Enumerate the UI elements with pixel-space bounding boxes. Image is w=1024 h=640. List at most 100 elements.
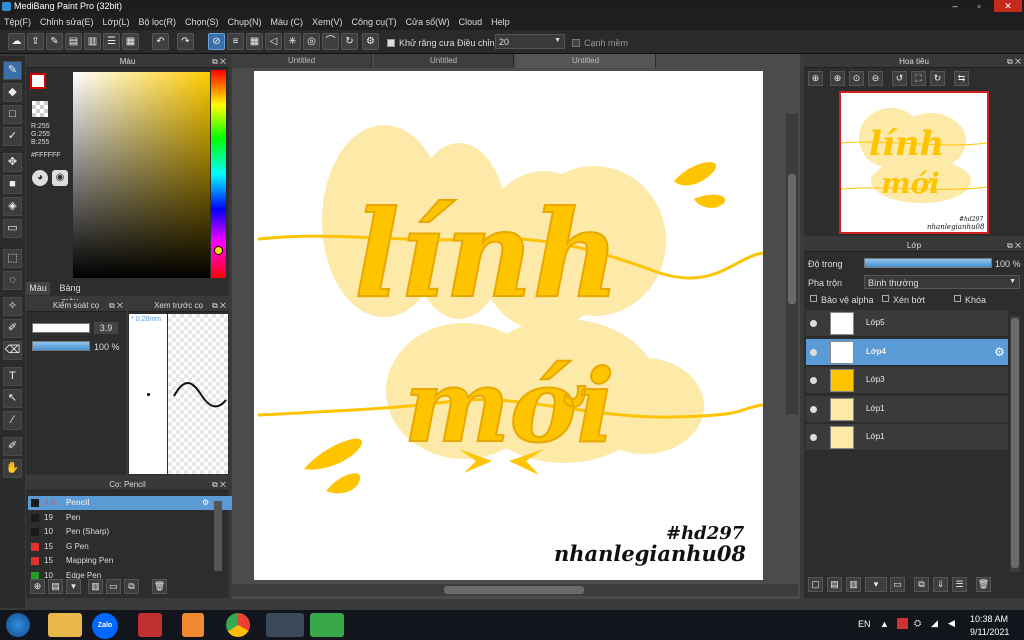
- settings-icon[interactable]: ⚙: [362, 33, 379, 50]
- visibility-eye-icon[interactable]: [810, 320, 817, 327]
- menu-filter[interactable]: Bộ lọc(R): [138, 17, 176, 27]
- eyedropper-icon[interactable]: ⁄: [3, 411, 22, 430]
- select-tool-icon[interactable]: ⬚: [3, 249, 22, 268]
- layer-row[interactable]: Lớp1: [806, 395, 1008, 423]
- menu-cloud[interactable]: Cloud: [459, 17, 483, 27]
- layer-opacity-slider[interactable]: [864, 258, 992, 268]
- parallel-snap-icon[interactable]: ≡: [227, 33, 244, 50]
- tab-untitled-1[interactable]: Untitled: [232, 54, 372, 68]
- volume-icon[interactable]: ◀: [948, 618, 955, 629]
- drawing-canvas[interactable]: lính mới #hd297 nhanlegianhu08: [254, 71, 763, 580]
- panel-menu-icon[interactable]: ⧉ ✕: [212, 300, 226, 312]
- sync-icon[interactable]: ⛭: [914, 618, 921, 629]
- brush-delete-icon[interactable]: 🗑: [152, 579, 167, 594]
- zoom-in-icon[interactable]: ⊕: [808, 71, 823, 86]
- horizontal-scrollbar[interactable]: [232, 584, 798, 596]
- language-indicator[interactable]: EN: [858, 619, 871, 629]
- clipping-checkbox[interactable]: [882, 295, 889, 302]
- grid-snap-icon[interactable]: ▦: [246, 33, 263, 50]
- layer-type-menu-icon[interactable]: ▾: [865, 577, 887, 592]
- app-icon[interactable]: [182, 613, 204, 637]
- antivirus-icon[interactable]: [897, 618, 908, 629]
- transparent-swatch[interactable]: [32, 101, 48, 117]
- protect-alpha-checkbox[interactable]: [810, 295, 817, 302]
- brush-doc-icon[interactable]: ▤: [48, 579, 63, 594]
- text-tool-icon[interactable]: T: [3, 367, 22, 386]
- dot-tool-icon[interactable]: □: [3, 105, 22, 124]
- brush-folder-icon[interactable]: ▭: [106, 579, 121, 594]
- shape-tool-icon[interactable]: ■: [3, 175, 22, 194]
- clock-date[interactable]: 9/11/2021: [970, 627, 1009, 637]
- smooth-edge-checkbox[interactable]: [572, 39, 580, 47]
- brush-list-item[interactable]: 15 Mapping Pen: [28, 554, 236, 568]
- redo-icon[interactable]: ↷: [177, 33, 194, 50]
- layer-row[interactable]: Lớp1: [806, 424, 1008, 451]
- menu-layer[interactable]: Lớp(L): [103, 17, 130, 27]
- move-tool-icon[interactable]: ✥: [3, 153, 22, 172]
- grid-icon[interactable]: ▦: [122, 33, 139, 50]
- antialias-checkbox[interactable]: [387, 39, 395, 47]
- gradient-tool-icon[interactable]: ▭: [3, 219, 22, 238]
- flip-icon[interactable]: ⇆: [954, 71, 969, 86]
- layer-row[interactable]: Lớp5: [806, 310, 1008, 337]
- panel-menu-icon[interactable]: ⧉ ✕: [1007, 56, 1021, 68]
- palette-icon[interactable]: ◕: [32, 170, 48, 186]
- layer-row[interactable]: Lớp4 ⚙: [806, 338, 1008, 366]
- brush-list-item[interactable]: 10 Pen (Sharp): [28, 525, 236, 539]
- layer-gear-icon[interactable]: ⚙: [994, 345, 1005, 359]
- menu-file[interactable]: Tệp(F): [4, 17, 31, 27]
- layer-row[interactable]: Lớp3: [806, 367, 1008, 394]
- brush-list-scrollbar[interactable]: [214, 501, 222, 571]
- select-eraser-icon[interactable]: ⌫: [3, 341, 22, 360]
- select-pen-icon[interactable]: ✐: [3, 319, 22, 338]
- pen-tool-icon[interactable]: ✓: [3, 127, 22, 146]
- close-button[interactable]: ✕: [994, 0, 1022, 12]
- brush-settings-icon[interactable]: ▾: [66, 579, 81, 594]
- brush-size-value[interactable]: 3.9: [94, 322, 118, 334]
- menu-window[interactable]: Cửa sổ(W): [406, 17, 450, 27]
- list-icon[interactable]: ☰: [103, 33, 120, 50]
- undo-icon[interactable]: ↶: [152, 33, 169, 50]
- eraser-tool-icon[interactable]: ◆: [3, 83, 22, 102]
- hue-handle[interactable]: [214, 246, 223, 255]
- zoom-in-alt-icon[interactable]: ⊕: [830, 71, 845, 86]
- clock-time[interactable]: 10:38 AM: [970, 614, 1008, 624]
- panel-menu-icon[interactable]: ⧉ ✕: [212, 479, 226, 491]
- horizontal-scroll-thumb[interactable]: [444, 586, 584, 594]
- medibang-task-icon[interactable]: [266, 613, 304, 637]
- brush-list-item[interactable]: 3.9 Pencil ⚙: [28, 496, 236, 510]
- panel-menu-icon[interactable]: ⧉ ✕: [1007, 240, 1021, 252]
- merge-layer-icon[interactable]: ⇓: [933, 577, 948, 592]
- layer-scrollbar[interactable]: [1010, 316, 1020, 572]
- navigator-thumbnail[interactable]: lính mới #hd297 nhanlegianhu08: [839, 91, 989, 234]
- speech-icon[interactable]: ▤: [65, 33, 82, 50]
- menu-select[interactable]: Chọn(S): [185, 17, 219, 27]
- panel-menu-icon[interactable]: ⧉ ✕: [109, 300, 123, 312]
- rotate-left-icon[interactable]: ↺: [892, 71, 907, 86]
- add-brush-icon[interactable]: ⊕: [30, 579, 45, 594]
- blend-select[interactable]: Bình thường ▼: [864, 275, 1020, 289]
- fit-screen-icon[interactable]: ⛶: [911, 71, 926, 86]
- menu-edit[interactable]: Chỉnh sửa(E): [40, 17, 94, 27]
- solitaire-icon[interactable]: [138, 613, 162, 637]
- delete-layer-icon[interactable]: 🗑: [976, 577, 991, 592]
- menu-view[interactable]: Xem(V): [312, 17, 343, 27]
- brush-opacity-slider[interactable]: [32, 341, 90, 351]
- brush-size-slider[interactable]: [32, 323, 90, 333]
- file-explorer-icon[interactable]: [48, 613, 82, 637]
- upload-icon[interactable]: ⇪: [27, 33, 44, 50]
- menu-snap[interactable]: Chụp(N): [228, 17, 262, 27]
- zalo-icon[interactable]: Zalo: [92, 613, 118, 639]
- curve-snap-icon[interactable]: ⌒: [322, 33, 339, 50]
- visibility-eye-icon[interactable]: [810, 405, 817, 413]
- radial-snap-icon[interactable]: ✳: [284, 33, 301, 50]
- perspective-snap-icon[interactable]: ◁: [265, 33, 282, 50]
- visibility-eye-icon[interactable]: [810, 434, 817, 441]
- gear-icon[interactable]: ⚙: [202, 496, 209, 510]
- lasso-tool-icon[interactable]: ◌: [3, 271, 22, 290]
- saturation-value-picker[interactable]: [73, 72, 210, 278]
- magic-wand-icon[interactable]: ✧: [3, 297, 22, 316]
- tab-untitled-3[interactable]: Untitled: [516, 54, 656, 68]
- comment-icon[interactable]: ✎: [46, 33, 63, 50]
- snap-off-icon[interactable]: ⊘: [208, 33, 225, 50]
